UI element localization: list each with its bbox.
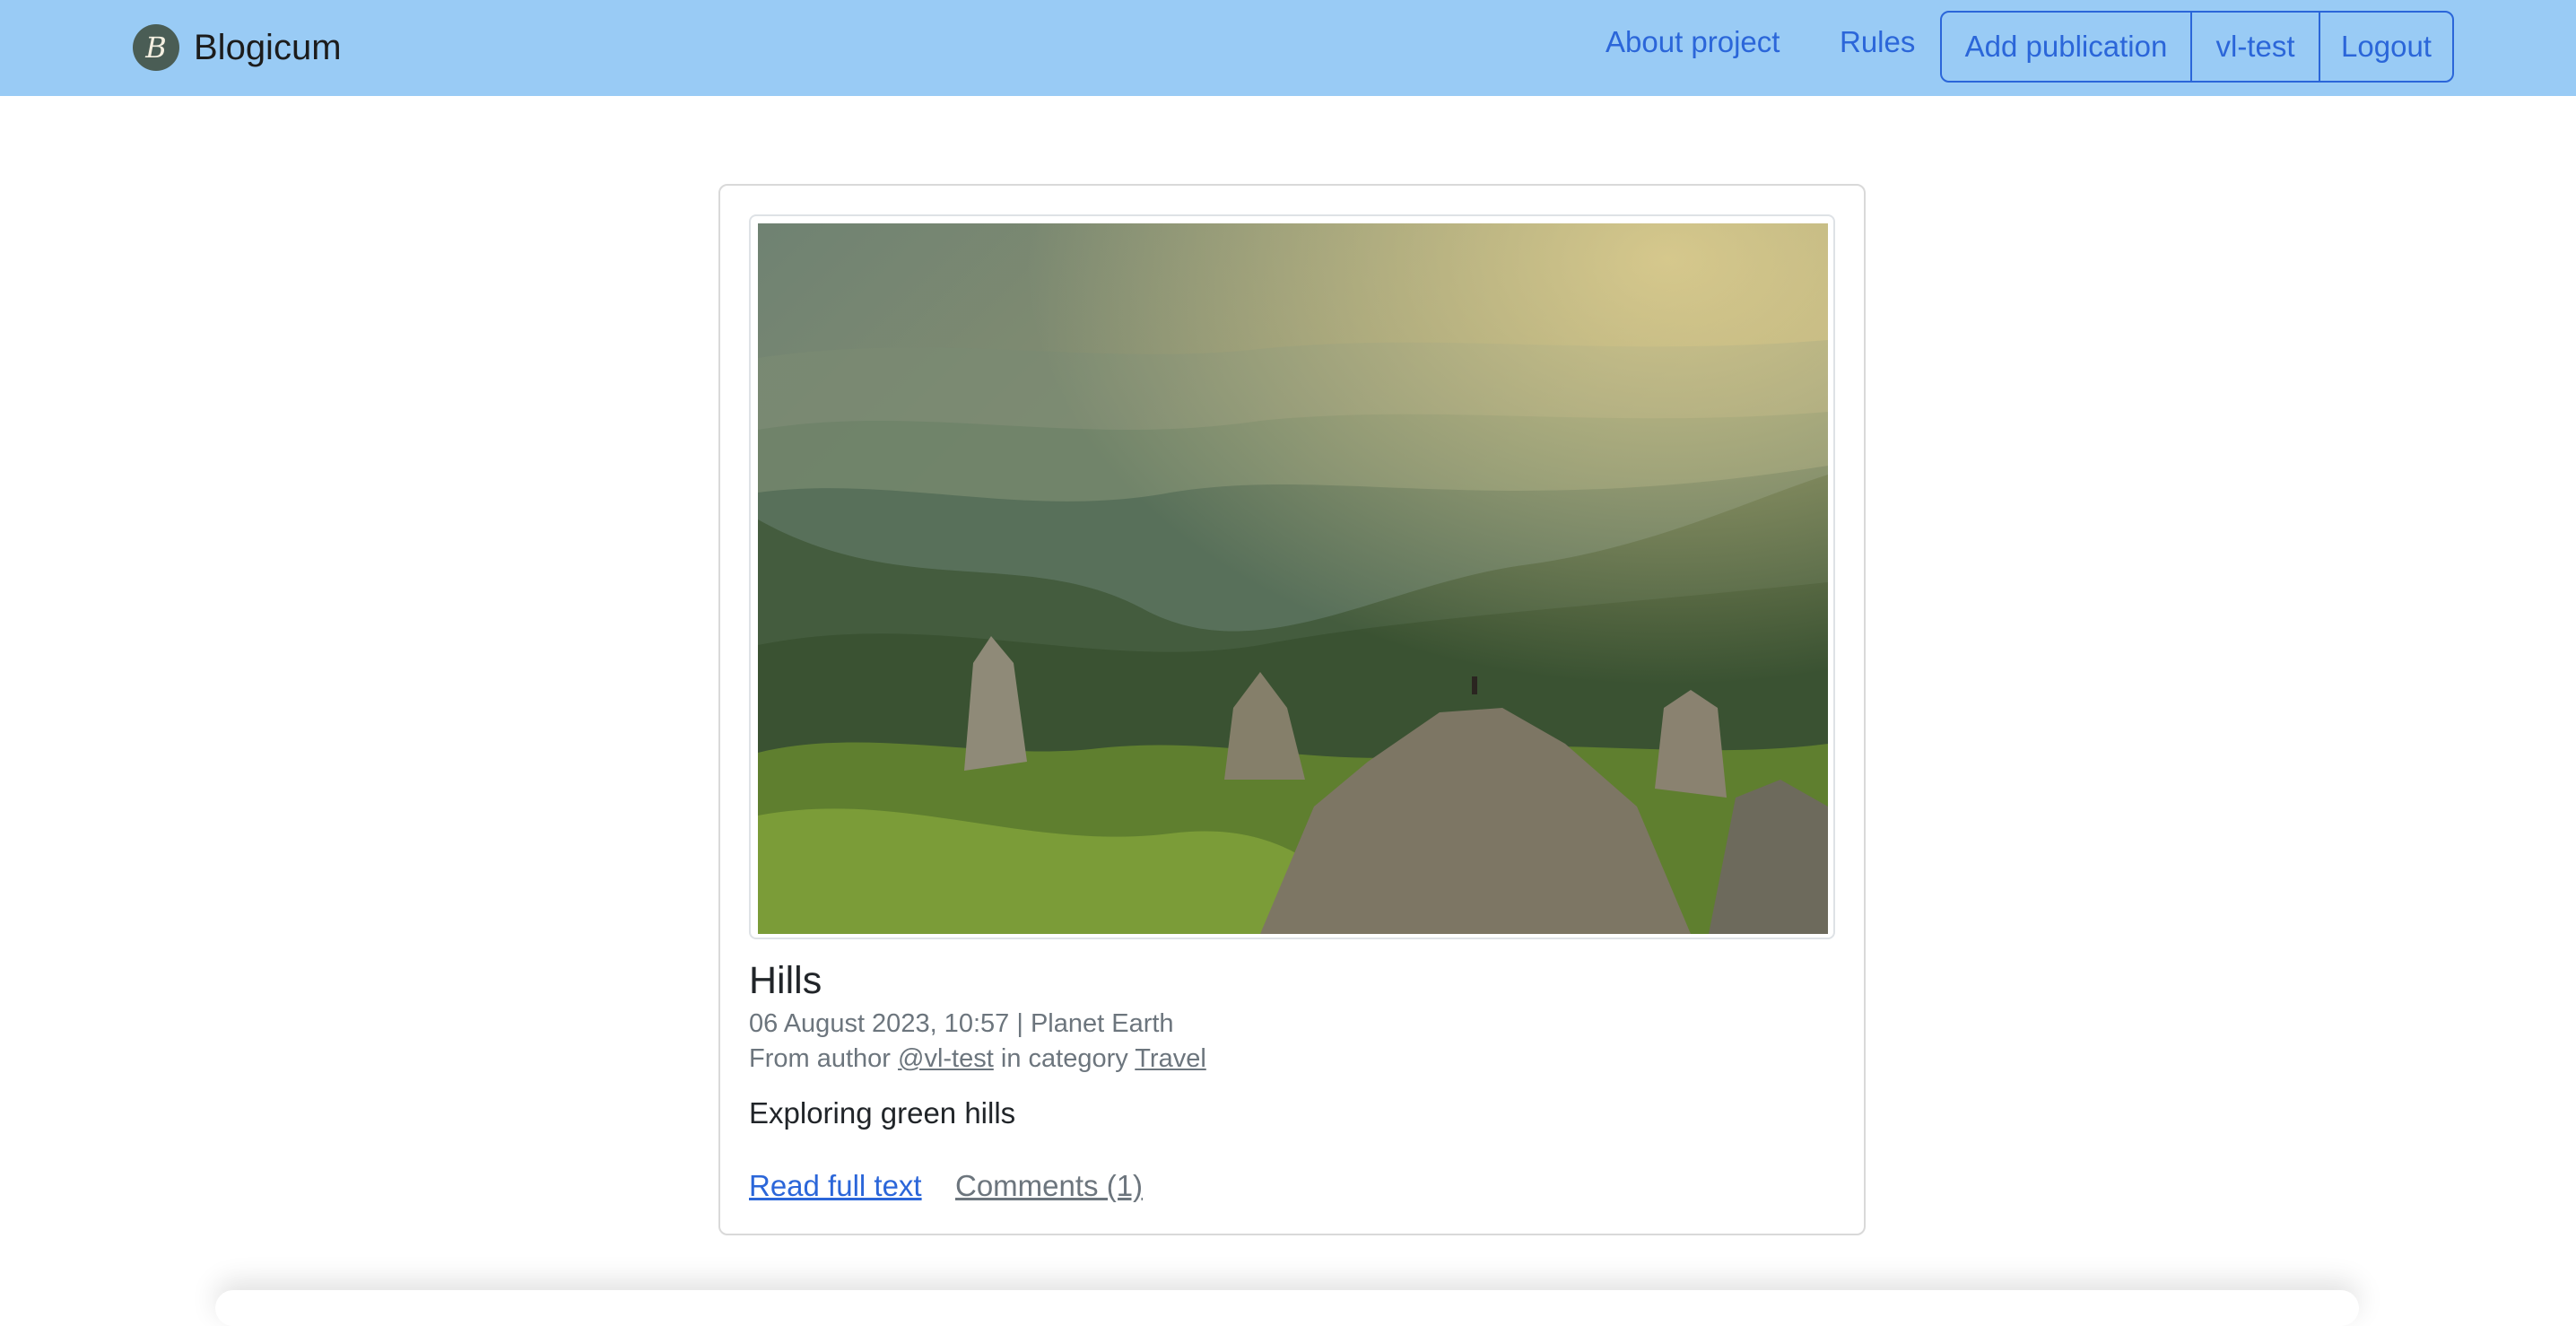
post-location: Planet Earth	[1030, 1009, 1174, 1038]
post-title: Hills	[749, 959, 822, 1002]
navbar: B Blogicum About project Rules Add publi…	[0, 0, 2576, 96]
logout-button[interactable]: Logout	[2319, 13, 2452, 81]
post-card: Hills 06 August 2023, 10:57 | Planet Ear…	[718, 184, 1866, 1235]
post-author-category: From author @vl-test in category Travel	[749, 1044, 1206, 1074]
comments-link[interactable]: Comments (1)	[955, 1169, 1143, 1203]
brand-name: Blogicum	[194, 27, 342, 67]
category-prefix: in category	[1000, 1044, 1128, 1073]
user-profile-button[interactable]: vl-test	[2190, 13, 2319, 81]
user-button-group: Add publication vl-test Logout	[1940, 11, 2454, 83]
author-prefix: From author	[749, 1044, 891, 1073]
add-publication-button[interactable]: Add publication	[1942, 13, 2190, 81]
post-image-frame	[749, 214, 1835, 939]
read-full-text-link[interactable]: Read full text	[749, 1169, 922, 1203]
brand-logo-icon: B	[133, 24, 179, 71]
meta-separator: |	[1016, 1009, 1023, 1038]
category-link[interactable]: Travel	[1135, 1044, 1206, 1073]
nav-about-project-link[interactable]: About project	[1606, 25, 1780, 59]
post-date: 06 August 2023, 10:57	[749, 1009, 1010, 1038]
nav-rules-link[interactable]: Rules	[1840, 25, 1915, 59]
post-date-location: 06 August 2023, 10:57 | Planet Earth	[749, 1009, 1174, 1039]
post-excerpt: Exploring green hills	[749, 1096, 1016, 1130]
author-link[interactable]: @vl-test	[898, 1044, 994, 1073]
brand-link[interactable]: B Blogicum	[133, 22, 342, 73]
footer	[215, 1290, 2359, 1326]
post-image	[758, 223, 1828, 934]
